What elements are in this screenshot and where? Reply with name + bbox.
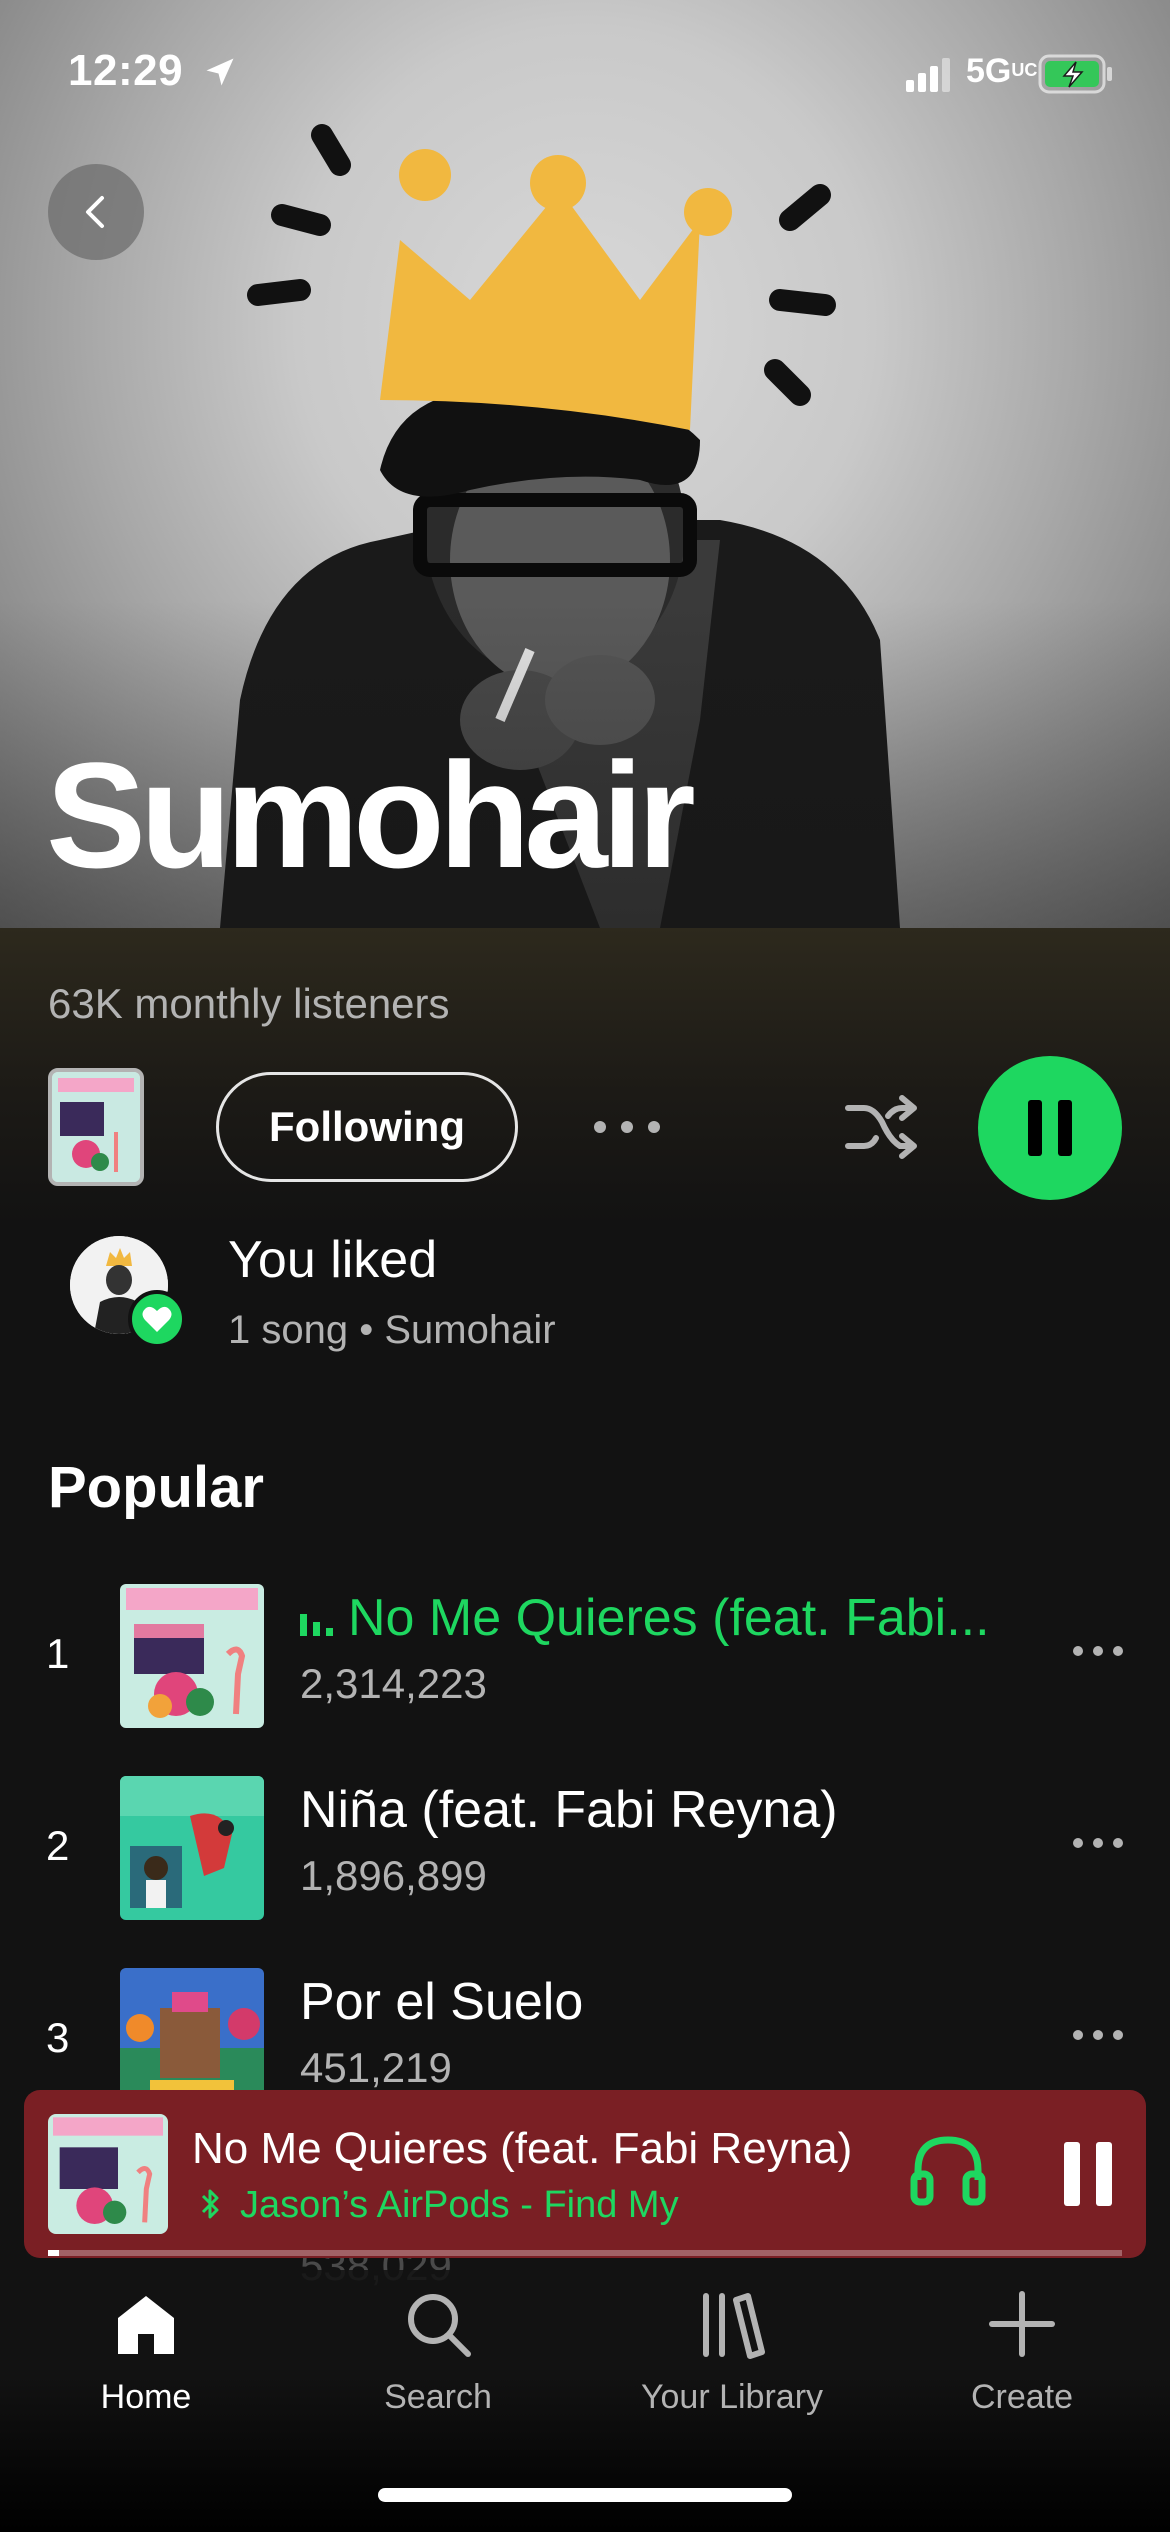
artist-header-image: 12:29 5GUC Sumohair (0, 0, 1170, 928)
track-row[interactable]: 1 No Me Quieres (feat. Fabi... 2,314,223 (0, 1574, 1170, 1734)
track-title: No Me Quieres (feat. Fabi... (300, 1588, 990, 1648)
chevron-left-icon (86, 196, 104, 228)
track-row[interactable]: 2 Niña (feat. Fabi Reyna) 1,896,899 (0, 1766, 1170, 1926)
more-options-icon[interactable] (1070, 2020, 1126, 2050)
home-indicator (378, 2488, 792, 2502)
playback-progress-fill (48, 2250, 59, 2256)
shuffle-icon[interactable] (844, 1092, 920, 1162)
now-playing-artwork (48, 2114, 168, 2234)
bluetooth-icon (201, 2189, 219, 2219)
liked-title: You liked (228, 1231, 438, 1289)
heart-badge-icon (128, 1290, 186, 1348)
signal-icon (906, 58, 950, 92)
tab-label: Your Library (640, 2378, 824, 2416)
back-button[interactable] (48, 164, 144, 260)
track-number: 3 (46, 2014, 70, 2061)
tab-label: Search (384, 2378, 492, 2416)
track-plays: 451,219 (300, 2044, 452, 2091)
plus-icon (989, 2291, 1055, 2357)
connected-device: Jason’s AirPods - Find My (200, 2184, 679, 2227)
tab-create[interactable]: Create (912, 2288, 1132, 2448)
more-options-icon[interactable] (1070, 1636, 1126, 1666)
now-playing-title: No Me Quieres (feat. Fabi Reyna) (192, 2124, 853, 2173)
now-playing-bar[interactable]: No Me Quieres (feat. Fabi Reyna) Jason’s… (24, 2090, 1146, 2258)
playback-progress-bar (48, 2250, 1122, 2256)
location-arrow-icon (206, 58, 234, 86)
library-icon (703, 2293, 765, 2359)
pause-button[interactable] (978, 1056, 1122, 1200)
track-number: 2 (46, 1822, 70, 1869)
track-artwork (120, 1776, 264, 1920)
tab-home[interactable]: Home (36, 2288, 256, 2448)
liked-subtitle: 1 song • Sumohair (228, 1308, 556, 1352)
track-artwork (120, 1584, 264, 1728)
following-button[interactable]: Following (216, 1072, 518, 1182)
status-bar: 12:29 5GUC (0, 0, 1170, 150)
monthly-listeners: 63K monthly listeners (48, 980, 450, 1027)
tab-label: Home (100, 2378, 192, 2416)
artist-pick-thumbnail[interactable] (48, 1068, 144, 1186)
tab-your-library[interactable]: Your Library (622, 2288, 842, 2448)
track-title: Por el Suelo (300, 1973, 584, 2031)
battery-charging-icon (1038, 54, 1112, 94)
tab-search[interactable]: Search (328, 2288, 548, 2448)
track-plays: 1,896,899 (300, 1852, 487, 1899)
search-icon (408, 2294, 471, 2357)
track-number: 1 (46, 1630, 70, 1677)
network-label: 5GUC (966, 52, 1038, 90)
now-playing-equalizer-icon (300, 1614, 333, 1637)
popular-heading: Popular (48, 1455, 264, 1520)
home-icon (118, 2296, 174, 2354)
content-gradient (0, 928, 1170, 1228)
tab-label: Create (970, 2378, 1074, 2416)
track-plays: 2,314,223 (300, 1660, 487, 1707)
track-title: Niña (feat. Fabi Reyna) (300, 1781, 838, 1839)
status-time: 12:29 (68, 46, 184, 95)
headphones-icon[interactable] (908, 2130, 988, 2210)
liked-songs-row[interactable]: You liked 1 song • Sumohair (0, 1224, 1170, 1364)
artist-name: Sumohair (46, 731, 696, 899)
mini-pause-icon[interactable] (1060, 2138, 1116, 2210)
pause-icon (1028, 1100, 1072, 1156)
more-options-icon[interactable] (1070, 1828, 1126, 1858)
album-art-image (52, 1072, 140, 1182)
more-options-icon[interactable] (590, 1104, 664, 1150)
